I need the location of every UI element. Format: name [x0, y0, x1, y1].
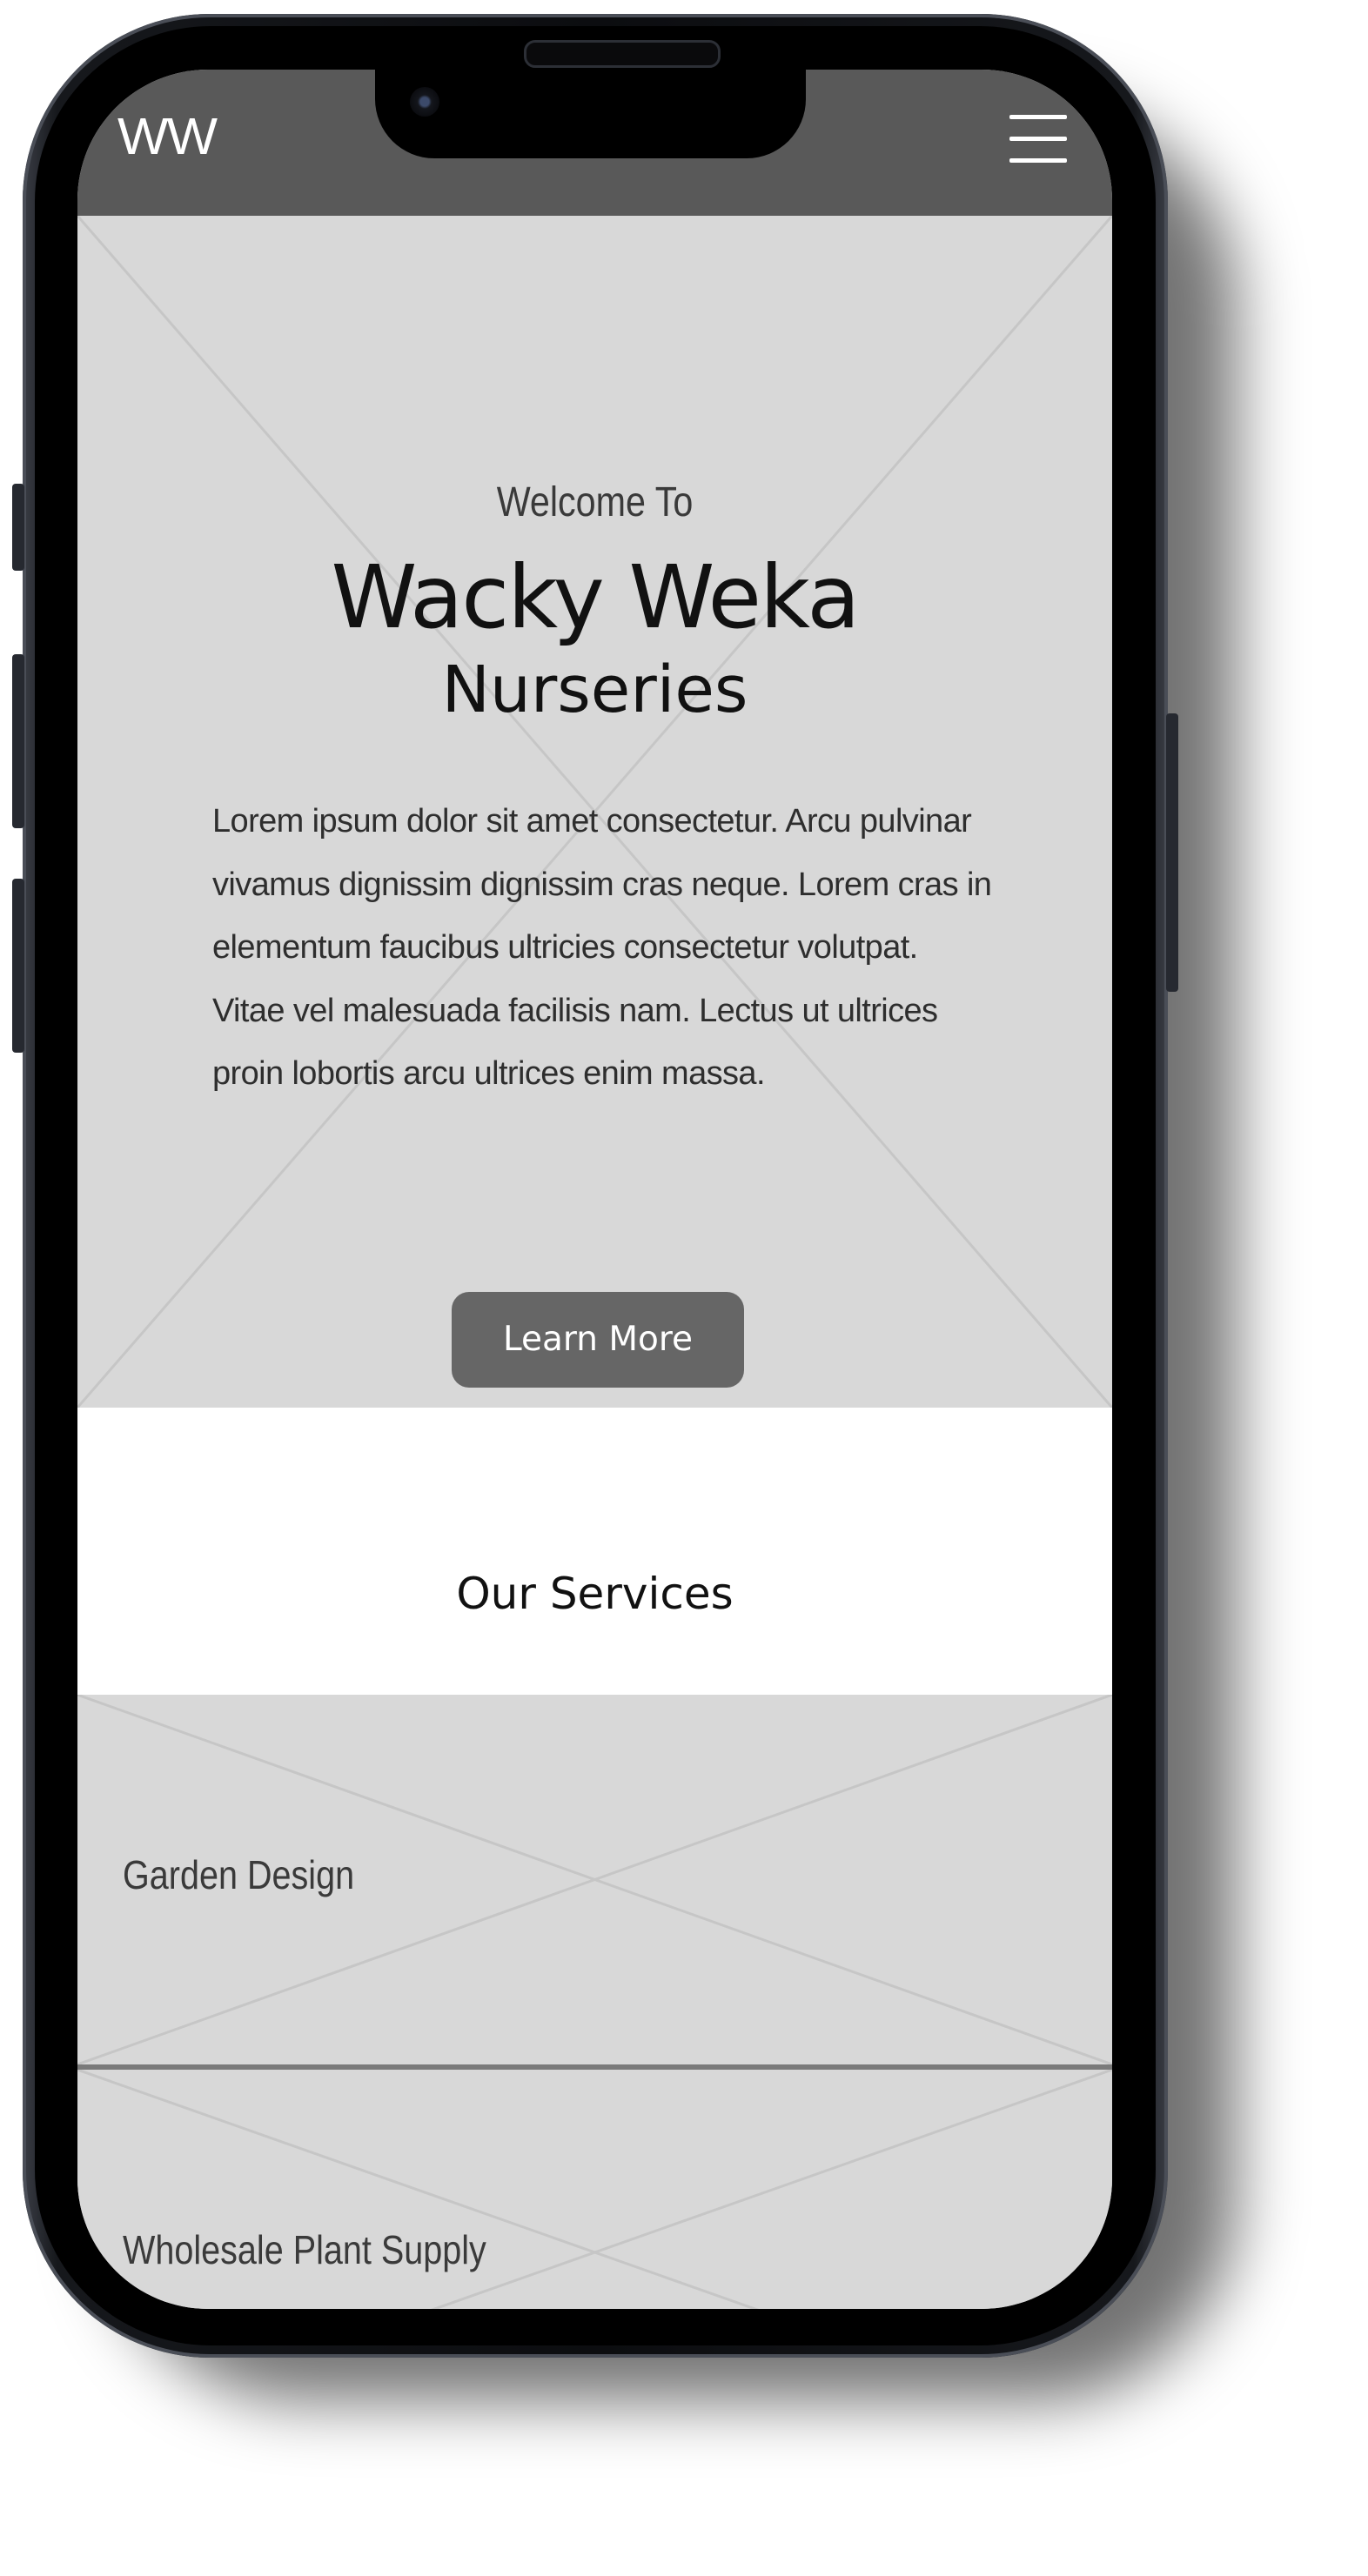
hero-title: Wacky Weka: [331, 546, 860, 648]
volume-down-button: [12, 879, 24, 1053]
learn-more-button[interactable]: Learn More: [452, 1292, 744, 1388]
menu-bar: [1009, 137, 1067, 141]
volume-up-button: [12, 654, 24, 828]
service-label: Garden Design: [123, 1852, 355, 1897]
hero-subtitle: Nurseries: [441, 652, 748, 727]
hero-welcome: Welcome To: [496, 479, 694, 525]
service-card-garden-design[interactable]: Garden Design: [77, 1695, 1112, 2064]
menu-bar: [1009, 115, 1067, 119]
front-camera: [410, 87, 439, 117]
hero-section: Welcome To Wacky Weka Nurseries Lorem ip…: [77, 216, 1112, 1408]
hamburger-menu-icon[interactable]: [1009, 115, 1067, 164]
menu-bar: [1009, 158, 1067, 163]
services-header: Our Services: [77, 1408, 1112, 1695]
hero-body-text: Lorem ipsum dolor sit amet consectetur. …: [212, 803, 992, 1092]
phone-screen: WW Welcome To Wacky Weka Nurseries Lorem…: [77, 70, 1112, 2309]
services-heading: Our Services: [456, 1569, 734, 1619]
service-card-wholesale-plant-supply[interactable]: Wholesale Plant Supply: [77, 2070, 1112, 2309]
service-label: Wholesale Plant Supply: [123, 2227, 486, 2272]
power-button: [1166, 713, 1178, 992]
earpiece-speaker: [524, 40, 721, 68]
site-logo[interactable]: WW: [117, 108, 218, 166]
notch: [375, 70, 806, 158]
silent-switch: [12, 484, 24, 571]
